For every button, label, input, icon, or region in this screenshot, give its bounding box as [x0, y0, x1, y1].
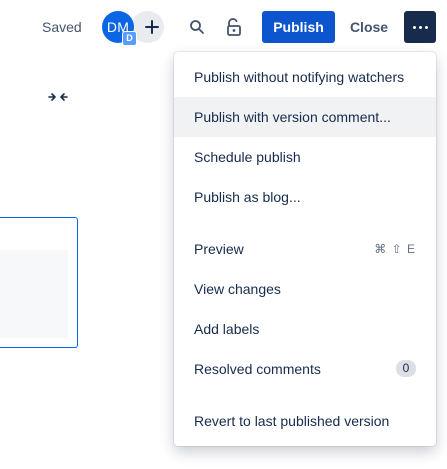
- search-button[interactable]: [186, 15, 208, 39]
- menu-item-label: Publish without notifying watchers: [194, 69, 405, 85]
- menu-item-label: Preview: [194, 241, 244, 257]
- collapse-horizontal-icon[interactable]: [47, 88, 69, 106]
- close-button[interactable]: Close: [344, 11, 394, 43]
- menu-item-publish-as-blog[interactable]: Publish as blog...: [174, 177, 436, 217]
- more-horizontal-icon: [411, 25, 429, 29]
- menu-item-add-labels[interactable]: Add labels: [174, 309, 436, 349]
- publish-button[interactable]: Publish: [262, 11, 335, 43]
- keyboard-shortcut: ⌘ ⇧ E: [374, 242, 416, 256]
- editor-block-content: [0, 250, 68, 338]
- menu-item-label: Publish as blog...: [194, 189, 301, 205]
- search-icon: [190, 20, 204, 34]
- menu-item-resolved-comments[interactable]: Resolved comments 0: [174, 349, 436, 389]
- menu-item-label: Publish with version comment...: [194, 109, 391, 125]
- menu-item-publish-with-comment[interactable]: Publish with version comment...: [174, 97, 436, 137]
- more-actions-menu: Publish without notifying watchers Publi…: [174, 52, 436, 446]
- more-actions-button[interactable]: [404, 11, 436, 43]
- lock-open-icon: [227, 18, 241, 36]
- save-status: Saved: [42, 19, 82, 35]
- menu-item-schedule-publish[interactable]: Schedule publish: [174, 137, 436, 177]
- menu-item-revert-version[interactable]: Revert to last published version: [174, 401, 436, 441]
- restrictions-button[interactable]: [223, 15, 245, 39]
- count-badge: 0: [396, 360, 416, 377]
- menu-item-label: Revert to last published version: [194, 413, 390, 429]
- menu-item-label: Resolved comments: [194, 361, 321, 377]
- menu-item-label: View changes: [194, 281, 281, 297]
- menu-item-view-changes[interactable]: View changes: [174, 269, 436, 309]
- avatar-badge: D: [122, 31, 137, 46]
- menu-item-preview[interactable]: Preview ⌘ ⇧ E: [174, 229, 436, 269]
- plus-icon: [144, 20, 159, 34]
- menu-item-label: Schedule publish: [194, 149, 301, 165]
- menu-item-publish-without-notifying[interactable]: Publish without notifying watchers: [174, 57, 436, 97]
- menu-item-label: Add labels: [194, 321, 260, 337]
